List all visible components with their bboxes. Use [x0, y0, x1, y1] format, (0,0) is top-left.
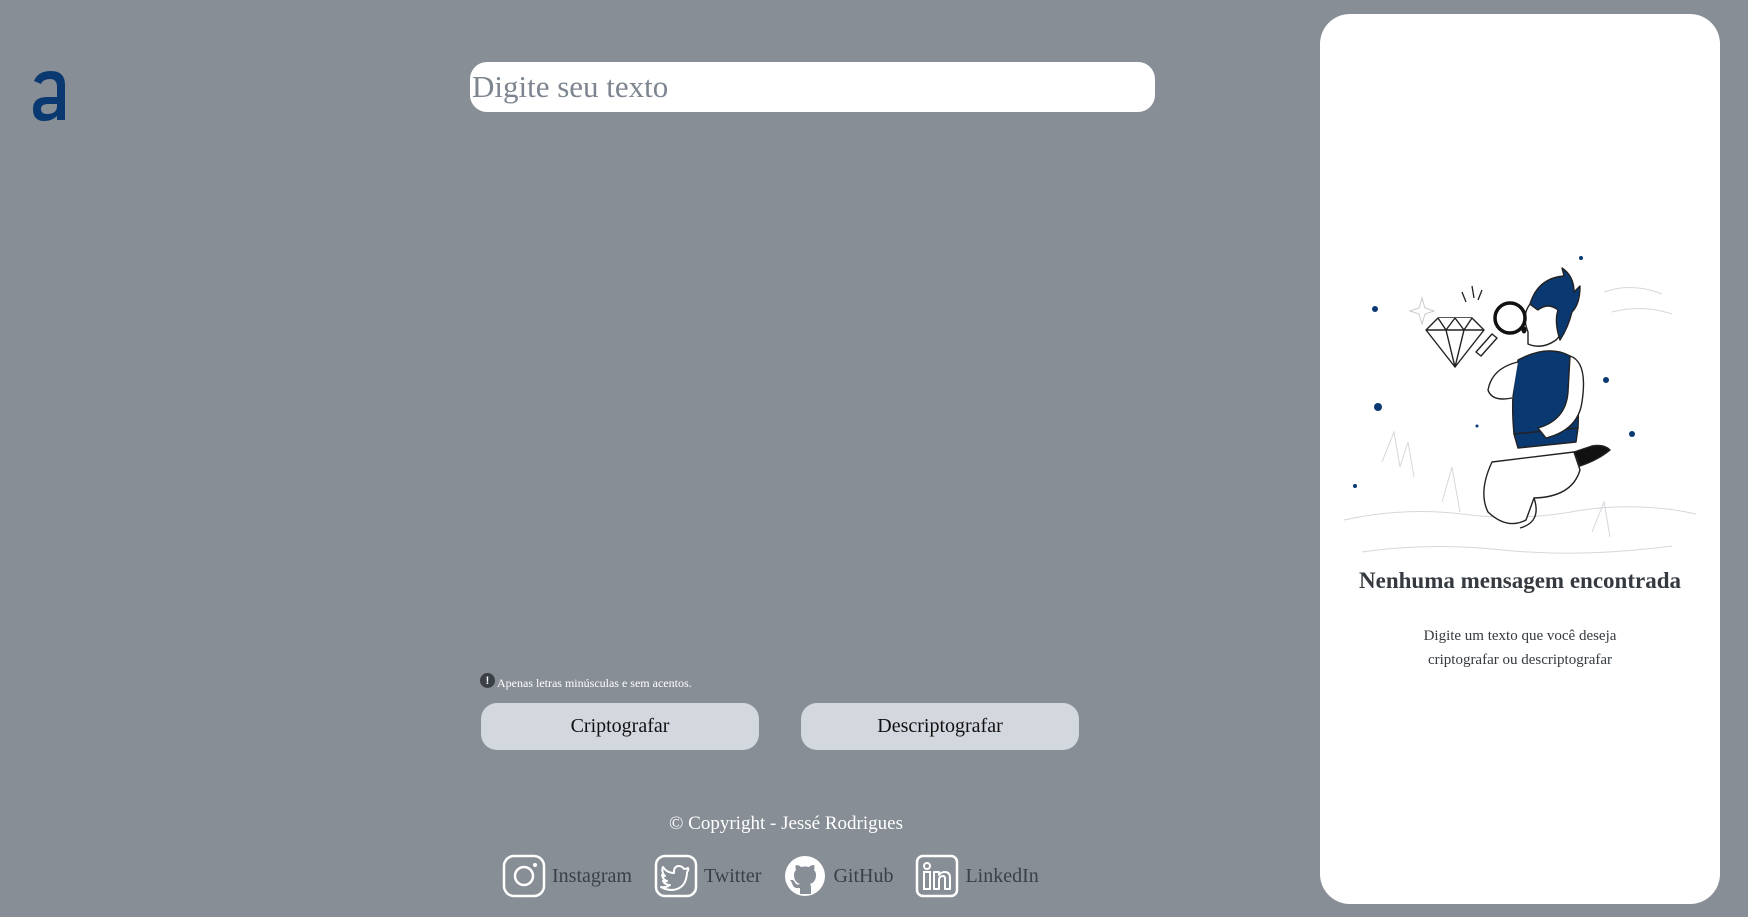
social-links: Instagram Twitter GitHub LinkedIn [502, 854, 1039, 898]
decrypt-button[interactable]: Descriptografar [801, 703, 1079, 750]
input-hint: ! Apenas letras minúsculas e sem acentos… [480, 673, 692, 691]
person-with-magnifying-glass-illustration [1343, 256, 1697, 554]
hint-text: Apenas letras minúsculas e sem acentos. [497, 676, 692, 690]
linkedin-icon [916, 854, 959, 898]
empty-state-subtitle: Digite um texto que você deseja criptogr… [1423, 628, 1617, 668]
logo-icon [33, 71, 65, 121]
twitter-link[interactable]: Twitter [654, 854, 761, 898]
instagram-label: Instagram [552, 864, 632, 887]
empty-state-title: Nenhuma mensagem encontrada [1359, 568, 1681, 593]
output-panel: Nenhuma mensagem encontrada Digite um te… [1320, 14, 1720, 904]
exclamation-circle-icon: ! [480, 673, 495, 688]
twitter-label: Twitter [703, 864, 762, 887]
linkedin-link[interactable]: LinkedIn [915, 854, 1039, 898]
instagram-link[interactable]: Instagram [502, 854, 632, 898]
github-label: GitHub [833, 864, 894, 887]
message-input[interactable] [470, 62, 1155, 112]
github-icon [785, 856, 826, 896]
linkedin-label: LinkedIn [965, 864, 1039, 887]
github-link[interactable]: GitHub [783, 854, 893, 898]
instagram-icon [502, 854, 546, 898]
twitter-icon [654, 854, 698, 898]
encrypt-button[interactable]: Criptografar [481, 703, 759, 750]
